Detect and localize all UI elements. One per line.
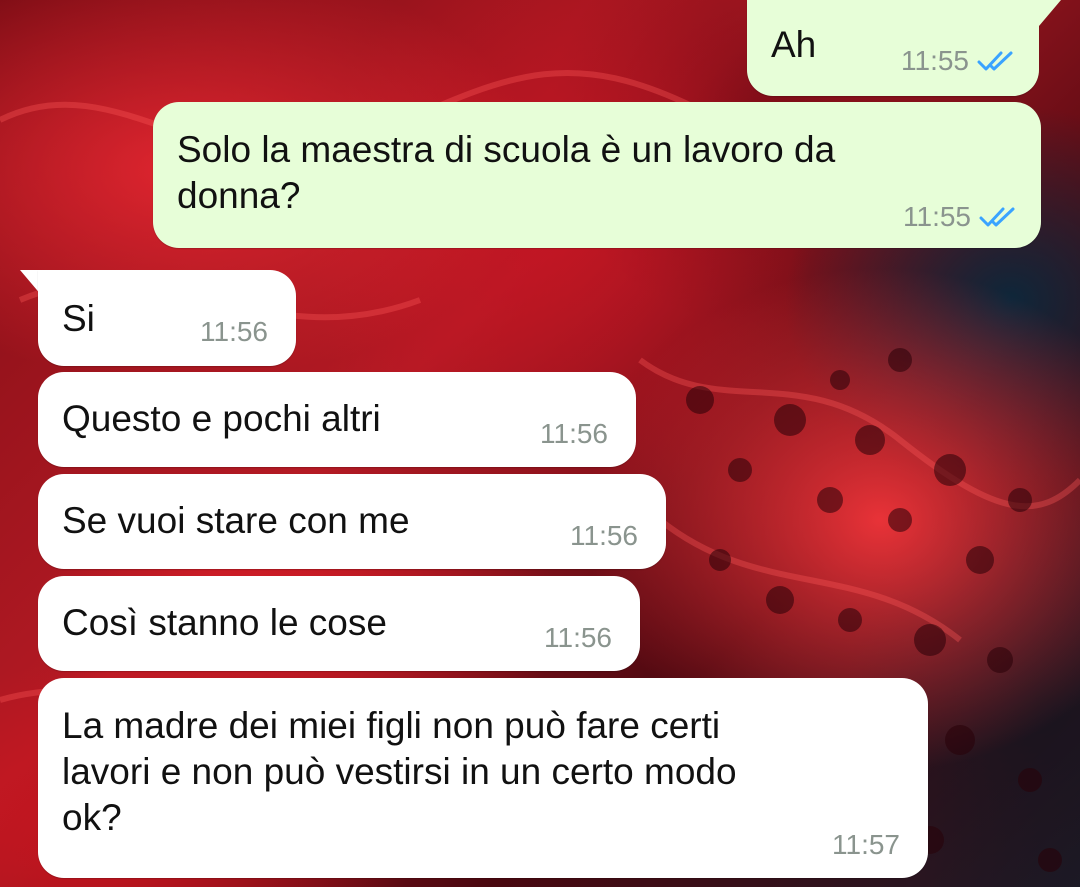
message-time: 11:55 <box>903 201 971 232</box>
incoming-message[interactable]: Così stanno le cose 11:56 <box>38 576 640 671</box>
message-meta: 11:56 <box>570 521 638 551</box>
message-meta: 11:56 <box>200 317 268 347</box>
read-double-check-icon <box>979 207 1015 227</box>
incoming-message[interactable]: Questo e pochi altri 11:56 <box>38 372 636 467</box>
incoming-message[interactable]: La madre dei miei figli non può fare cer… <box>38 678 928 878</box>
outgoing-message[interactable]: Solo la maestra di scuola è un lavoro da… <box>153 102 1041 248</box>
message-text: Si <box>62 298 95 339</box>
message-time: 11:57 <box>832 829 900 860</box>
message-time: 11:56 <box>200 316 268 347</box>
message-meta: 11:57 <box>832 830 900 860</box>
incoming-message[interactable]: Se vuoi stare con me 11:56 <box>38 474 666 569</box>
message-text: Così stanno le cose <box>62 602 387 643</box>
message-text: Ah <box>771 24 817 65</box>
message-meta: 11:56 <box>544 623 612 653</box>
incoming-message[interactable]: Si 11:56 <box>38 270 296 366</box>
bubble-tail <box>1025 0 1061 26</box>
message-time: 11:56 <box>540 418 608 449</box>
message-time: 11:56 <box>544 622 612 653</box>
message-text: La madre dei miei figli non può fare cer… <box>62 705 737 838</box>
message-text: Questo e pochi altri <box>62 398 381 439</box>
message-meta: 11:55 <box>903 202 1019 232</box>
message-text: Se vuoi stare con me <box>62 500 410 541</box>
message-time: 11:56 <box>570 520 638 551</box>
read-double-check-icon <box>977 51 1013 71</box>
message-text: Solo la maestra di scuola è un lavoro da… <box>177 129 836 216</box>
message-time: 11:55 <box>901 45 969 76</box>
message-meta: 11:56 <box>540 419 608 449</box>
outgoing-message[interactable]: Ah 11:55 <box>747 0 1039 96</box>
message-meta: 11:55 <box>901 46 1017 76</box>
